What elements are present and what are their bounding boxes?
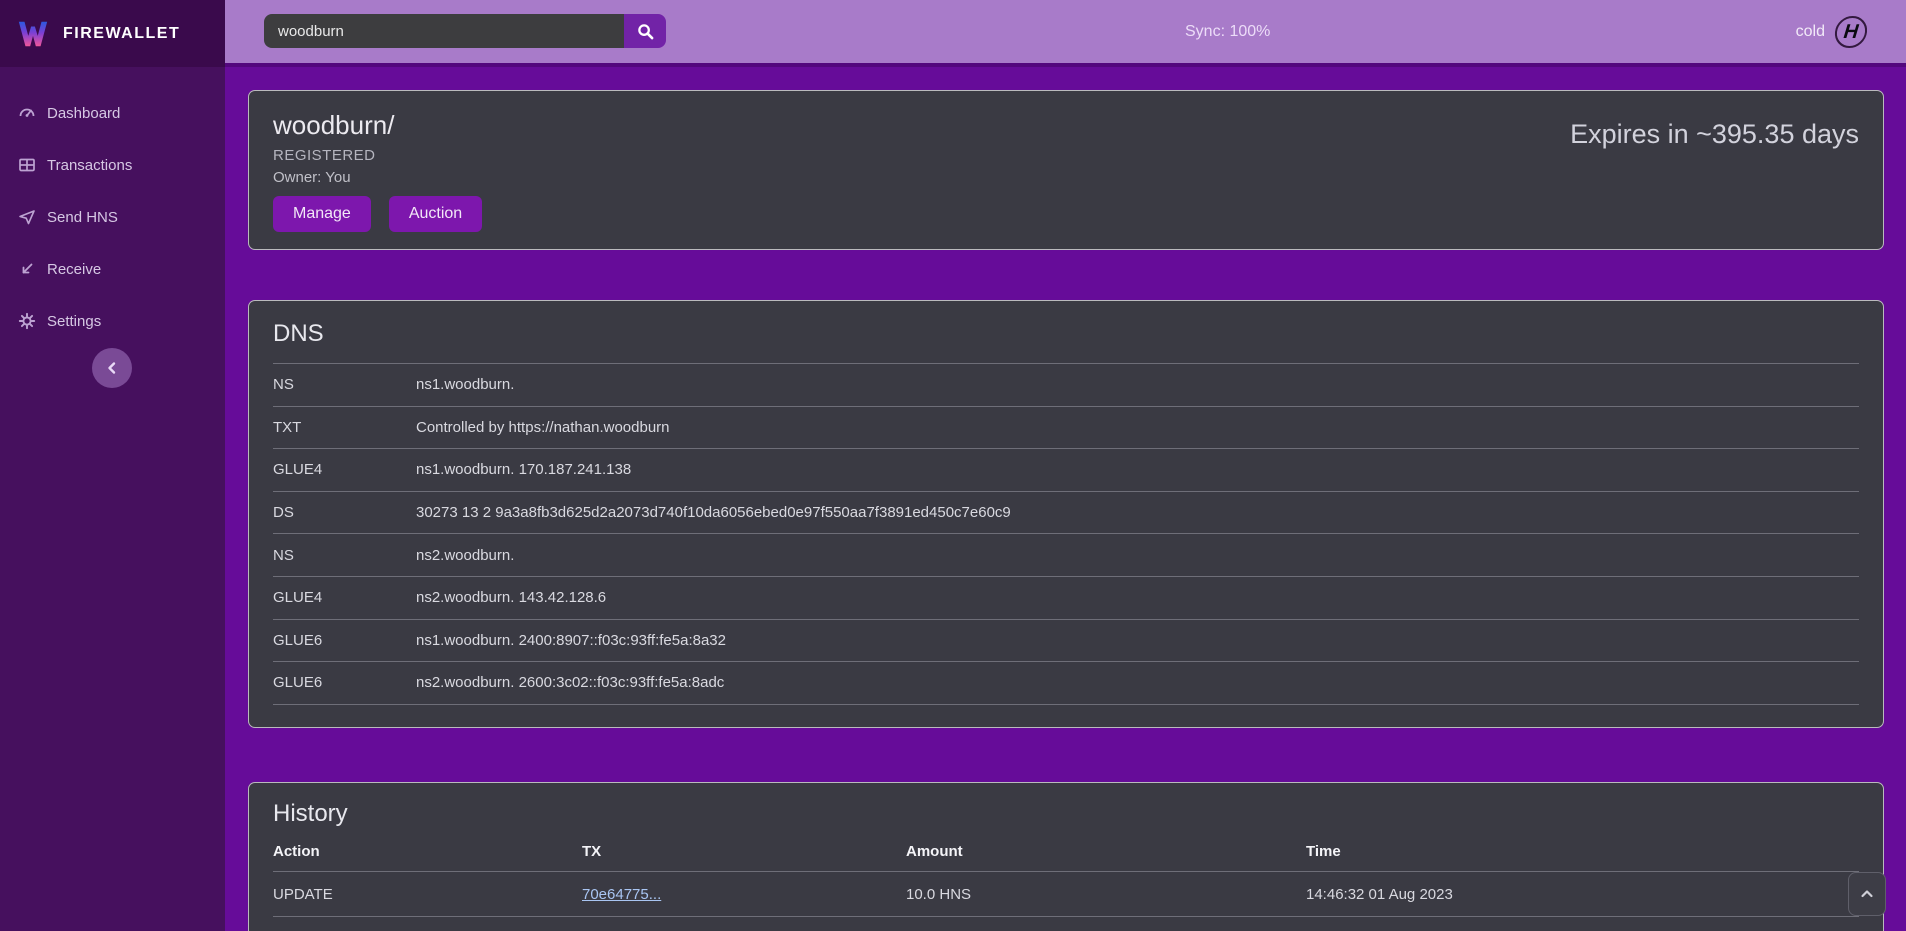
auction-button[interactable]: Auction: [389, 196, 482, 232]
app-logo: FIREWALLET: [0, 0, 225, 67]
sync-status: Sync: 100%: [1185, 0, 1270, 63]
dns-record-value: ns2.woodburn.: [416, 547, 514, 564]
scroll-to-top-button[interactable]: [1848, 872, 1886, 916]
sidebar-item-send-hns[interactable]: Send HNS: [0, 191, 225, 243]
dns-record-row: NS ns2.woodburn.: [273, 534, 1859, 577]
history-row: UPDATE 70e64775... 10.0 HNS 14:46:32 01 …: [273, 871, 1859, 916]
topbar: Sync: 100% cold H: [225, 0, 1906, 67]
dns-record-type: GLUE4: [273, 589, 416, 606]
dns-record-type: GLUE4: [273, 461, 416, 478]
dns-record-row: NS ns1.woodburn.: [273, 364, 1859, 407]
column-header-action: Action: [273, 843, 582, 860]
dns-record-type: GLUE6: [273, 632, 416, 649]
dns-records-table: NS ns1.woodburn. TXT Controlled by https…: [273, 363, 1859, 705]
send-icon: [18, 208, 36, 226]
sidebar-item-settings[interactable]: Settings: [0, 295, 225, 347]
dns-record-type: NS: [273, 547, 416, 564]
handshake-logo-icon[interactable]: H: [1833, 16, 1868, 48]
column-header-tx: TX: [582, 843, 906, 860]
sidebar-item-receive[interactable]: Receive: [0, 243, 225, 295]
history-action: UPDATE: [273, 886, 582, 903]
history-time: 14:46:32 01 Aug 2023: [1306, 886, 1859, 903]
dns-record-value: ns2.woodburn. 143.42.128.6: [416, 589, 606, 606]
dns-record-type: DS: [273, 504, 416, 521]
dns-record-type: TXT: [273, 419, 416, 436]
dns-record-row: GLUE4 ns1.woodburn. 170.187.241.138: [273, 449, 1859, 492]
dns-record-value: ns1.woodburn. 2400:8907::f03c:93ff:fe5a:…: [416, 632, 726, 649]
column-header-time: Time: [1306, 843, 1859, 860]
search-icon: [637, 23, 654, 40]
dns-record-row: TXT Controlled by https://nathan.woodbur…: [273, 407, 1859, 450]
dns-record-value: 30273 13 2 9a3a8fb3d625d2a2073d740f10da6…: [416, 504, 1011, 521]
domain-owner: Owner: You: [273, 169, 1859, 186]
domain-search: [264, 14, 666, 48]
dns-card: DNS NS ns1.woodburn. TXT Controlled by h…: [248, 300, 1884, 728]
tx-link[interactable]: 70e64775...: [582, 886, 661, 903]
search-button[interactable]: [624, 14, 666, 48]
dns-title: DNS: [249, 301, 1883, 363]
history-table: Action TX Amount Time UPDATE 70e64775...…: [273, 831, 1859, 931]
domain-expiry: Expires in ~395.35 days: [1570, 119, 1859, 150]
dns-record-row: DS 30273 13 2 9a3a8fb3d625d2a2073d740f10…: [273, 492, 1859, 535]
dns-record-type: GLUE6: [273, 674, 416, 691]
column-header-amount: Amount: [906, 843, 1306, 860]
wallet-name-label: cold: [1796, 23, 1825, 41]
dns-record-type: NS: [273, 376, 416, 393]
firewallet-window: Sync: 100% cold H FIR: [0, 0, 1906, 931]
sidebar-item-label: Send HNS: [47, 209, 118, 226]
chevron-up-icon: [1860, 887, 1874, 901]
sidebar-item-dashboard[interactable]: Dashboard: [0, 87, 225, 139]
dns-record-row: GLUE6 ns2.woodburn. 2600:3c02::f03c:93ff…: [273, 662, 1859, 705]
dns-record-row: GLUE4 ns2.woodburn. 143.42.128.6: [273, 577, 1859, 620]
history-card: History Action TX Amount Time UPDATE 70e…: [248, 782, 1884, 931]
dns-record-row: GLUE6 ns1.woodburn. 2400:8907::f03c:93ff…: [273, 620, 1859, 663]
brand-name: FIREWALLET: [63, 25, 180, 43]
receive-icon: [18, 260, 36, 278]
sidebar-item-label: Receive: [47, 261, 101, 278]
sidebar-item-label: Settings: [47, 313, 101, 330]
chevron-left-icon: [105, 361, 119, 375]
dashboard-icon: [18, 104, 36, 122]
collapse-sidebar-button[interactable]: [92, 348, 132, 388]
dns-record-value: ns1.woodburn. 170.187.241.138: [416, 461, 631, 478]
sidebar-item-label: Dashboard: [47, 105, 120, 122]
wallet-indicator: cold H: [1796, 0, 1867, 63]
history-row: RENEW d78e64b2... 10.0 HNS 15:47:36 07 F…: [273, 916, 1859, 931]
history-title: History: [249, 783, 1883, 829]
domain-summary-card: woodburn/ REGISTERED Owner: You Manage A…: [248, 90, 1884, 250]
dns-record-value: Controlled by https://nathan.woodburn: [416, 419, 670, 436]
settings-icon: [18, 312, 36, 330]
manage-button[interactable]: Manage: [273, 196, 371, 232]
sidebar-item-label: Transactions: [47, 157, 132, 174]
sidebar: FIREWALLET Dashboard Transactions Send H…: [0, 0, 225, 931]
history-amount: 10.0 HNS: [906, 886, 1306, 903]
history-header-row: Action TX Amount Time: [273, 831, 1859, 871]
dns-record-value: ns2.woodburn. 2600:3c02::f03c:93ff:fe5a:…: [416, 674, 724, 691]
dns-record-value: ns1.woodburn.: [416, 376, 514, 393]
transactions-icon: [18, 156, 36, 174]
sidebar-item-transactions[interactable]: Transactions: [0, 139, 225, 191]
firewallet-logo-icon: [16, 17, 50, 51]
search-input[interactable]: [264, 14, 624, 48]
sidebar-nav: Dashboard Transactions Send HNS Receive: [0, 67, 225, 347]
